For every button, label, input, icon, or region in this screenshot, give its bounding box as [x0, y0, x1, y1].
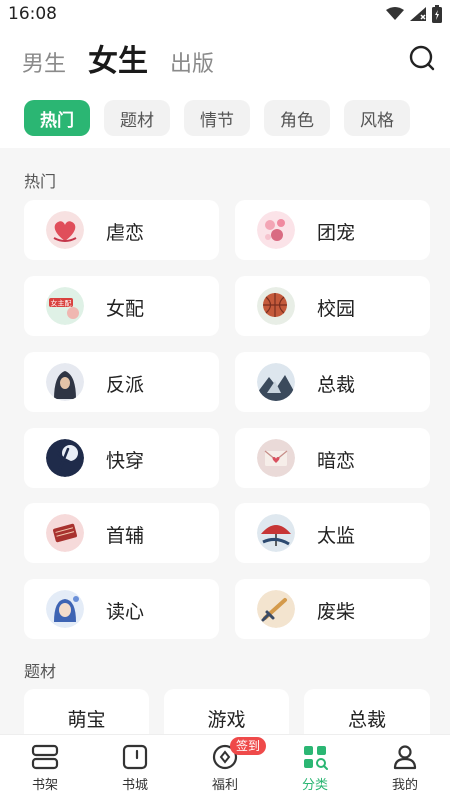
bookstore-icon [122, 744, 148, 770]
top-tabs: 男生 女生 出版 [22, 36, 214, 82]
category-card[interactable]: 废柴 [235, 579, 430, 639]
ceo-landscape-icon [257, 363, 295, 401]
checkin-badge: 签到 [230, 737, 267, 755]
category-label: 首辅 [106, 525, 145, 547]
filter-chip-style[interactable]: 风格 [344, 100, 410, 136]
hooded-villain-icon [46, 363, 84, 401]
category-label: 读心 [106, 601, 145, 623]
love-letter-icon [257, 439, 295, 477]
theme-card[interactable]: 游戏 [164, 689, 289, 734]
tab-male[interactable]: 男生 [22, 46, 66, 78]
category-card[interactable]: 反派 [24, 352, 219, 412]
heart-pile-icon [46, 211, 84, 249]
category-card[interactable]: 首辅 [24, 503, 219, 563]
signal-icon [410, 7, 426, 21]
category-label: 团宠 [317, 222, 356, 244]
theme-label: 萌宝 [67, 709, 106, 731]
status-time: 16:08 [8, 4, 57, 24]
profile-icon [393, 745, 417, 770]
category-label: 废柴 [317, 601, 356, 623]
status-bar: 16:08 [0, 0, 450, 28]
broken-sword-icon [257, 590, 295, 628]
category-label: 太监 [317, 525, 356, 547]
nav-label: 分类 [301, 778, 328, 793]
category-label: 快穿 [106, 450, 145, 472]
nav-label: 书城 [121, 778, 148, 793]
nav-label: 福利 [211, 778, 238, 793]
supporting-girl-icon: 女主配 [46, 287, 84, 325]
bottom-nav: 书架 书城 签到 福利 分类 我的 [0, 734, 450, 800]
dancer-silhouette-icon [46, 439, 84, 477]
nav-label: 书架 [31, 778, 58, 793]
red-umbrella-icon [257, 514, 295, 552]
nav-category[interactable]: 分类 [270, 735, 360, 800]
category-label: 暗恋 [317, 450, 356, 472]
nav-label: 我的 [391, 778, 418, 793]
theme-label: 总裁 [347, 709, 386, 731]
bookshelf-icon [31, 744, 59, 770]
theme-label: 游戏 [207, 709, 246, 731]
category-card[interactable]: 太监 [235, 503, 430, 563]
filter-chip-theme[interactable]: 题材 [104, 100, 170, 136]
status-icons [386, 4, 442, 24]
category-label: 总裁 [317, 374, 356, 396]
filter-chip-hot[interactable]: 热门 [24, 100, 90, 136]
tab-publishing[interactable]: 出版 [170, 46, 214, 78]
nav-profile[interactable]: 我的 [360, 735, 450, 800]
category-card[interactable]: 虐恋 [24, 200, 219, 260]
category-icon [304, 746, 328, 770]
svg-text:女主配: 女主配 [51, 299, 72, 308]
nav-welfare[interactable]: 签到 福利 [180, 735, 270, 800]
category-card[interactable]: 读心 [24, 579, 219, 639]
girl-head-icon [46, 590, 84, 628]
wifi-icon [386, 7, 404, 20]
category-content[interactable]: 热门 虐恋 团宠 女主配 女配 校园 反派 总裁 快穿 暗恋 首辅 太监 读心 … [0, 148, 450, 734]
category-card[interactable]: 暗恋 [235, 428, 430, 488]
category-card[interactable]: 校园 [235, 276, 430, 336]
category-label: 校园 [317, 298, 356, 320]
battery-icon [432, 5, 442, 23]
filter-row: 热门 题材 情节 角色 风格 [24, 100, 410, 136]
category-label: 虐恋 [106, 222, 145, 244]
basketball-icon [257, 287, 295, 325]
category-card[interactable]: 团宠 [235, 200, 430, 260]
section-title-hot: 热门 [24, 172, 57, 191]
theme-card[interactable]: 总裁 [304, 689, 430, 734]
search-icon[interactable] [408, 44, 436, 72]
category-card[interactable]: 总裁 [235, 352, 430, 412]
filter-chip-plot[interactable]: 情节 [184, 100, 250, 136]
category-card[interactable]: 女主配 女配 [24, 276, 219, 336]
scroll-icon [46, 514, 84, 552]
pink-flower-girl-icon [257, 211, 295, 249]
nav-bookshelf[interactable]: 书架 [0, 735, 90, 800]
filter-chip-role[interactable]: 角色 [264, 100, 330, 136]
section-title-theme: 题材 [24, 662, 57, 681]
category-label: 女配 [106, 298, 145, 320]
category-label: 反派 [106, 374, 145, 396]
theme-card[interactable]: 萌宝 [24, 689, 149, 734]
nav-bookstore[interactable]: 书城 [90, 735, 180, 800]
tab-female[interactable]: 女生 [88, 36, 148, 80]
category-card[interactable]: 快穿 [24, 428, 219, 488]
